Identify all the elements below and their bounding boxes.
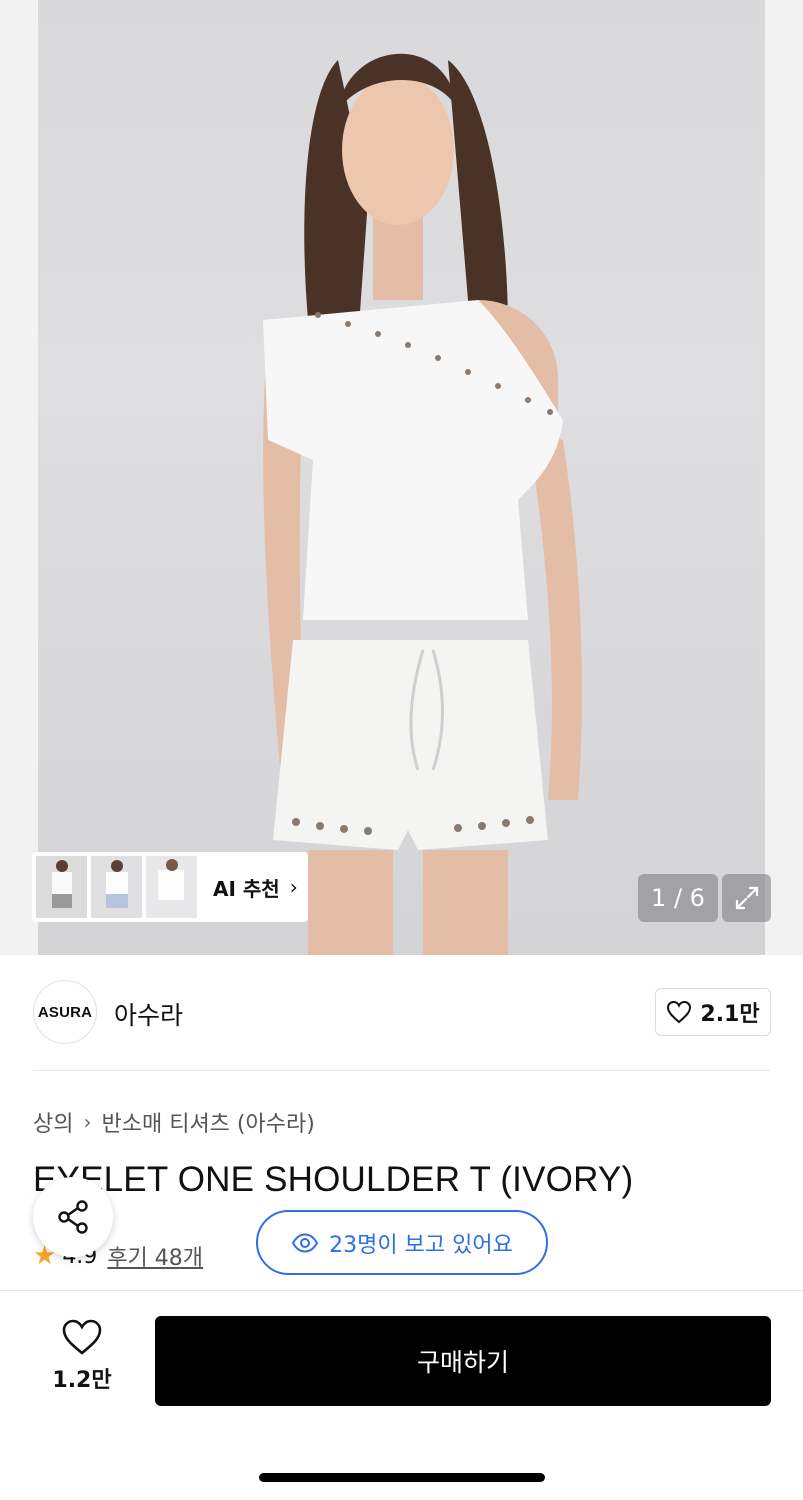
expand-button[interactable] xyxy=(722,874,771,922)
image-pager: 1 / 6 xyxy=(638,874,718,922)
ai-recommend-strip[interactable]: AI 추천 › xyxy=(32,852,308,922)
thumbnail-illustration xyxy=(146,856,197,918)
product-title: EYELET ONE SHOULDER T (IVORY) xyxy=(33,1160,634,1199)
thumbnail-illustration xyxy=(91,856,142,918)
divider xyxy=(33,1070,771,1071)
breadcrumb: 상의 › 반소매 티셔츠 (아수라) xyxy=(33,1106,315,1138)
expand-icon xyxy=(735,886,758,910)
brand-name[interactable]: 아수라 xyxy=(114,996,183,1032)
breadcrumb-category[interactable]: 상의 xyxy=(33,1106,73,1138)
eye-icon xyxy=(292,1232,319,1253)
model-illustration xyxy=(263,53,583,955)
breadcrumb-subcategory[interactable]: 반소매 티셔츠 (아수라) xyxy=(101,1106,314,1138)
chevron-right-icon: › xyxy=(83,1110,92,1134)
heart-icon xyxy=(667,1000,692,1024)
home-indicator xyxy=(259,1473,545,1482)
chevron-right-icon: › xyxy=(289,875,298,899)
thumbnail-image[interactable] xyxy=(146,856,197,918)
divider xyxy=(0,1290,803,1291)
buy-button[interactable]: 구매하기 xyxy=(155,1316,771,1406)
brand-row: ASURA 아수라 2.1만 xyxy=(0,955,803,1072)
viewers-badge: 23명이 보고 있어요 xyxy=(256,1210,548,1275)
share-icon xyxy=(58,1200,88,1234)
thumbnail-image[interactable] xyxy=(91,856,142,918)
brand-like-count: 2.1만 xyxy=(700,1002,760,1027)
share-button[interactable] xyxy=(33,1177,113,1257)
heart-icon xyxy=(62,1319,102,1355)
ai-recommend-label: AI 추천 xyxy=(213,876,280,901)
product-photo[interactable] xyxy=(38,0,765,955)
thumbnail-illustration xyxy=(36,856,87,918)
brand-logo[interactable]: ASURA xyxy=(33,980,97,1044)
product-image-carousel[interactable]: AI 추천 › 1 / 6 xyxy=(0,0,803,955)
viewers-text: 23명이 보고 있어요 xyxy=(329,1232,513,1258)
wishlist-count: 1.2만 xyxy=(52,1368,112,1393)
thumbnail-image[interactable] xyxy=(36,856,87,918)
wishlist-button[interactable]: 1.2만 xyxy=(40,1318,124,1398)
reviews-link[interactable]: 후기 48개 xyxy=(107,1240,203,1272)
ai-recommend-link[interactable]: AI 추천 › xyxy=(213,873,298,902)
brand-like-button[interactable]: 2.1만 xyxy=(655,988,771,1036)
